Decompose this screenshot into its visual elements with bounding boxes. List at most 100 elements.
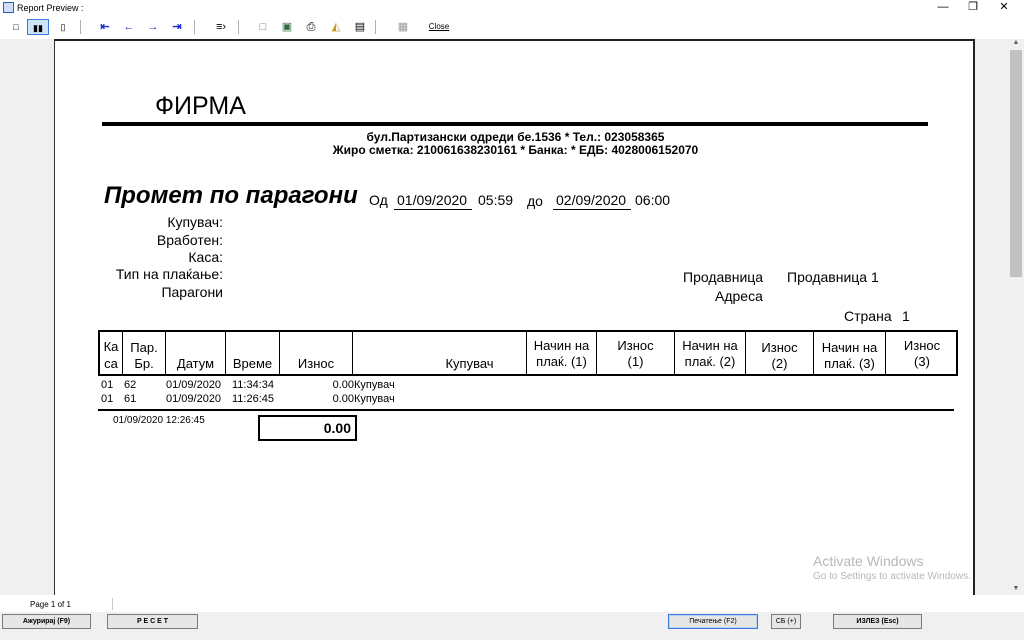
save-icon[interactable]: ▤	[353, 19, 367, 35]
preview-area[interactable]: ФИРМА бул.Партизански одреди бе.1536 * Т…	[0, 39, 1008, 595]
col-header-amount3-2: (3)	[914, 354, 930, 369]
cell-date: 01/09/2020	[166, 393, 222, 405]
from-date-underline	[394, 209, 472, 210]
scrollbar-thumb[interactable]	[1010, 50, 1022, 277]
previous-page-icon[interactable]: ←	[122, 19, 136, 35]
filter-customer-label: Купувач:	[167, 214, 223, 230]
total-amount-box: 0.00	[258, 415, 357, 441]
update-button[interactable]: Ажурирај (F9)	[2, 614, 91, 629]
scroll-down-icon[interactable]: ▼	[1008, 585, 1024, 595]
filter-employee-label: Вработен:	[156, 232, 223, 248]
print-button[interactable]: Печатење (F2)	[668, 614, 758, 629]
print-icon[interactable]: ⎙	[304, 19, 318, 35]
address-line: бул.Партизански одреди бе.1536 * Тел.: 0…	[366, 130, 665, 144]
cell-date: 01/09/2020	[166, 379, 222, 391]
cell-customer: Купувач	[354, 379, 395, 391]
col-divider	[526, 330, 527, 376]
next-page-icon[interactable]: →	[146, 19, 160, 35]
table-footer-rule	[98, 409, 954, 411]
filter-payment-type-label: Тип на плаќање:	[115, 266, 223, 282]
status-divider	[112, 598, 113, 610]
report-title: Промет по парагони	[104, 182, 358, 209]
address-label: Адреса	[715, 288, 763, 304]
cell-customer: Купувач	[354, 393, 395, 405]
col-header-time: Време	[232, 356, 273, 371]
cell-receipt-no: 61	[124, 393, 137, 405]
col-header-amount: Износ	[297, 356, 335, 371]
col-divider	[596, 330, 597, 376]
last-page-icon[interactable]: ⇥	[170, 19, 184, 35]
col-header-receipt-no-1: Пар.	[130, 340, 158, 355]
col-header-amount2-1: Износ	[761, 340, 798, 355]
goto-page-icon[interactable]: ≡›	[214, 19, 228, 35]
watermark-subtitle: Go to Settings to activate Windows.	[813, 571, 971, 582]
cell-time: 11:34:34	[232, 379, 275, 391]
from-time: 05:59	[478, 192, 514, 208]
open-folder-icon[interactable]: ◭	[329, 19, 343, 35]
store-label: Продавница	[683, 269, 764, 285]
cell-amount: 0.00	[332, 379, 354, 391]
account-line: Жиро сметка: 210061638230161 * Банка: * …	[332, 143, 699, 157]
printed-timestamp: 01/09/2020 12:26:45	[113, 415, 205, 426]
col-header-amount1-1: Износ	[617, 338, 654, 353]
to-date-underline	[553, 209, 631, 210]
title-bar: Report Preview : — ❐ ✕	[0, 0, 1024, 16]
col-header-date: Датум	[176, 356, 215, 371]
cell-amount: 0.00	[332, 393, 354, 405]
cell-register: 01	[101, 379, 114, 391]
header-rule	[102, 122, 928, 126]
col-header-register-2: са	[104, 356, 118, 371]
col-header-payment1-2: плаќ. (1)	[536, 354, 587, 369]
single-page-icon[interactable]: □	[10, 19, 22, 35]
status-bar: Page 1 of 1	[0, 596, 1024, 612]
company-name: ФИРМА	[155, 92, 246, 120]
two-pages-icon[interactable]: ▮▮	[27, 19, 49, 35]
toolbar: □ ▮▮ ▯ ⇤ ← → ⇥ ≡› □ ▣ ⎙ ◭ ▤ ▦ Close	[0, 17, 1024, 38]
watermark-title: Activate Windows	[813, 553, 924, 569]
to-label: до	[527, 193, 543, 209]
col-header-register-1: Ка	[103, 339, 119, 354]
close-window-icon[interactable]: ✕	[984, 0, 1024, 16]
page-info: Page 1 of 1	[30, 600, 71, 609]
reset-button[interactable]: Р Е С Е Т	[107, 614, 198, 629]
store-value: Продавница 1	[787, 269, 879, 285]
properties-icon[interactable]: ▦	[396, 19, 410, 35]
col-header-customer: Купувач	[445, 356, 494, 371]
col-header-payment3-1: Начин на	[821, 340, 878, 355]
to-time: 06:00	[635, 192, 671, 208]
toolbar-separator	[194, 20, 195, 34]
col-header-amount2-2: (2)	[771, 356, 788, 371]
col-header-amount1-2: (1)	[627, 354, 644, 369]
col-divider	[885, 330, 886, 376]
from-label: Од	[369, 192, 388, 208]
export-icon[interactable]: ▣	[280, 19, 294, 35]
report-page: ФИРМА бул.Партизански одреди бе.1536 * Т…	[54, 39, 975, 595]
sb-button[interactable]: СБ (+)	[771, 614, 801, 629]
toolbar-separator	[80, 20, 81, 34]
cell-time: 11:26:45	[232, 393, 275, 405]
page-number: 1	[902, 308, 910, 324]
filter-receipts-label: Парагони	[161, 284, 223, 300]
col-header-payment1-1: Начин на	[533, 338, 590, 353]
col-header-payment2-1: Начин на	[682, 338, 738, 353]
from-date: 01/09/2020	[397, 192, 468, 208]
close-button[interactable]: Close	[426, 19, 452, 35]
first-page-icon[interactable]: ⇤	[98, 19, 112, 35]
action-bar: Ажурирај (F9) Р Е С Е Т Печатење (F2) СБ…	[0, 612, 1024, 640]
app-icon	[3, 2, 14, 13]
to-date: 02/09/2020	[556, 192, 627, 208]
vertical-scrollbar[interactable]: ▲ ▼	[1008, 39, 1024, 595]
scroll-up-icon[interactable]: ▲	[1008, 39, 1024, 49]
col-header-payment3-2: плаќ. (3)	[824, 356, 875, 371]
new-document-icon[interactable]: □	[256, 19, 270, 35]
col-divider	[674, 330, 675, 376]
col-header-payment2-2: плаќ. (2)	[684, 354, 736, 369]
window-title: Report Preview :	[17, 3, 84, 13]
exit-button[interactable]: ИЗЛЕЗ (Esc)	[833, 614, 922, 629]
cell-register: 01	[101, 393, 114, 405]
whole-page-icon[interactable]: ▯	[57, 19, 69, 35]
page-label: Страна	[844, 308, 892, 324]
toolbar-separator	[375, 20, 376, 34]
toolbar-separator	[238, 20, 239, 34]
col-header-receipt-no-2: Бр.	[134, 356, 154, 371]
